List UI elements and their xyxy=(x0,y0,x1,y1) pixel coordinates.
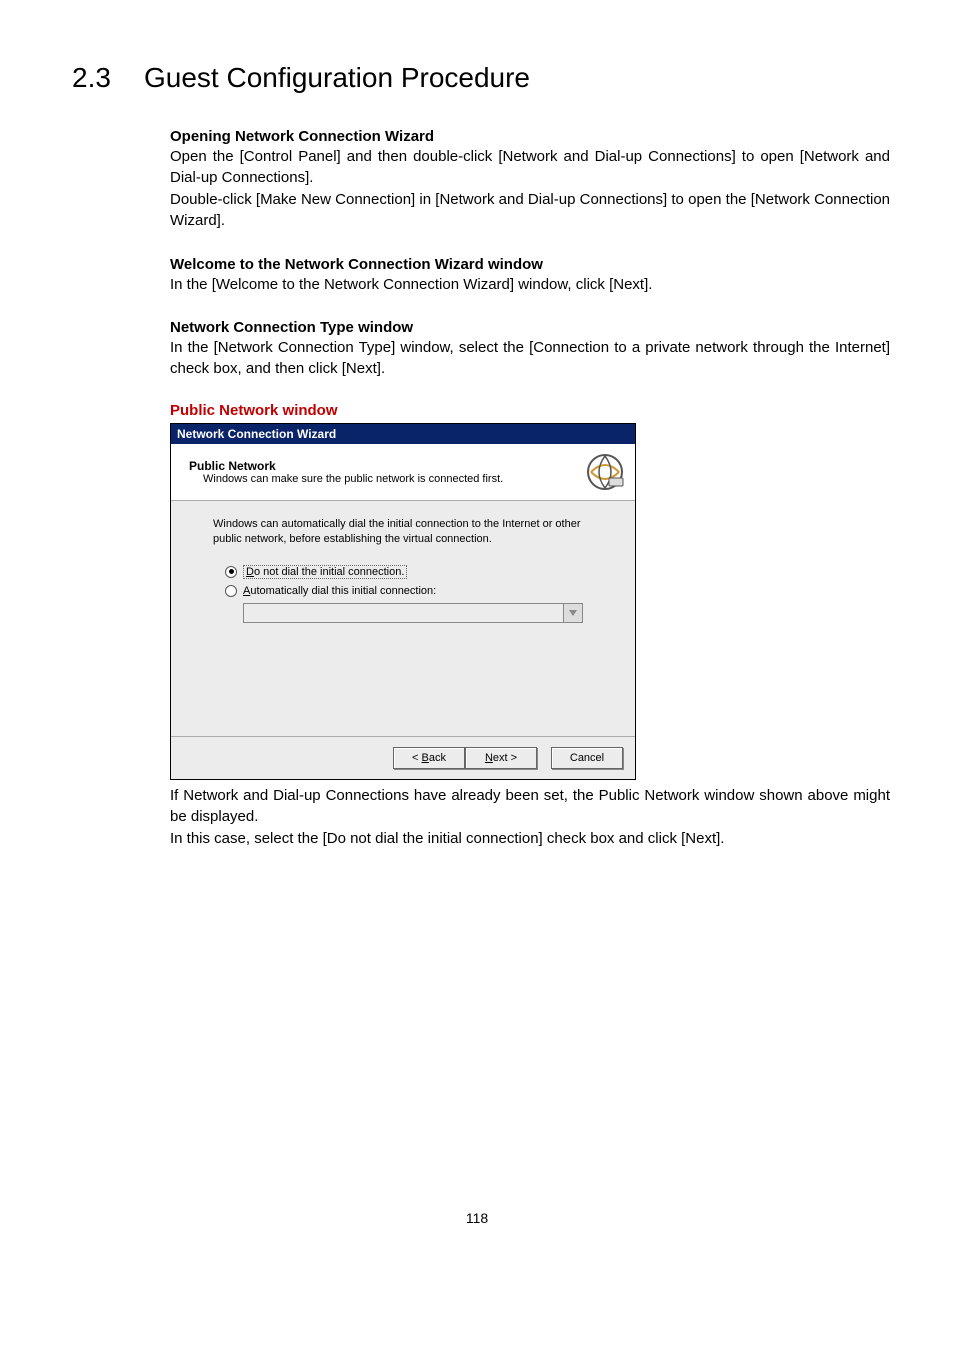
page-number: 118 xyxy=(72,1210,882,1226)
dropdown-arrow-icon xyxy=(564,604,582,622)
connection-dropdown[interactable] xyxy=(243,603,583,623)
connection-dropdown-field xyxy=(244,604,564,622)
radio-do-not-dial[interactable]: Do not dial the initial connection. xyxy=(225,565,603,579)
radio-auto-dial-label: Automatically dial this initial connecti… xyxy=(243,585,436,597)
type-p1: In the [Network Connection Type] window,… xyxy=(170,338,890,379)
radio-unselected-icon xyxy=(225,585,237,597)
back-button[interactable]: < Back xyxy=(393,747,465,769)
section-title: Guest Configuration Procedure xyxy=(144,62,530,94)
opening-p1: Open the [Control Panel] and then double… xyxy=(170,147,890,188)
next-button[interactable]: Next > xyxy=(465,747,537,769)
wizard-body: Windows can automatically dial the initi… xyxy=(171,501,635,736)
network-modem-icon xyxy=(585,452,625,492)
network-connection-wizard-dialog: Network Connection Wizard Public Network… xyxy=(170,423,636,780)
section-number: 2.3 xyxy=(72,62,144,94)
public-after-1: If Network and Dial-up Connections have … xyxy=(170,786,890,827)
radio-auto-dial[interactable]: Automatically dial this initial connecti… xyxy=(225,585,603,597)
wizard-header-title: Public Network xyxy=(189,459,577,473)
type-heading: Network Connection Type window xyxy=(170,319,890,336)
welcome-heading: Welcome to the Network Connection Wizard… xyxy=(170,256,890,273)
radio-do-not-dial-label: Do not dial the initial connection. xyxy=(243,565,407,579)
radio-selected-icon xyxy=(225,566,237,578)
wizard-intro: Windows can automatically dial the initi… xyxy=(213,517,603,547)
wizard-footer: < Back Next > Cancel xyxy=(171,736,635,779)
public-after-2: In this case, select the [Do not dial th… xyxy=(170,829,890,850)
wizard-header-sub: Windows can make sure the public network… xyxy=(203,473,577,485)
wizard-titlebar: Network Connection Wizard xyxy=(171,424,635,444)
opening-p2: Double-click [Make New Connection] in [N… xyxy=(170,190,890,231)
public-heading: Public Network window xyxy=(170,402,890,419)
section-heading: 2.3 Guest Configuration Procedure xyxy=(72,62,882,94)
wizard-header: Public Network Windows can make sure the… xyxy=(171,444,635,501)
welcome-p1: In the [Welcome to the Network Connectio… xyxy=(170,275,890,296)
opening-heading: Opening Network Connection Wizard xyxy=(170,128,890,145)
cancel-button[interactable]: Cancel xyxy=(551,747,623,769)
